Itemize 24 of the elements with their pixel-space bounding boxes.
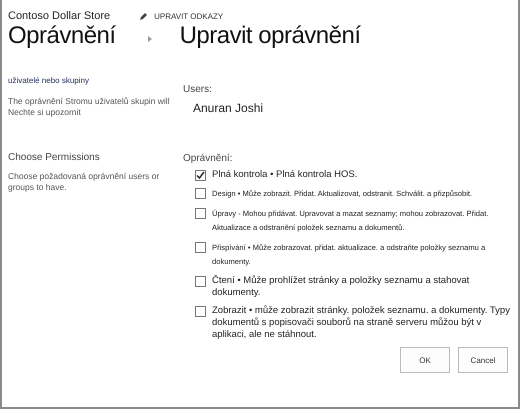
section-description: The oprávnění Stromu uživatelů skupin will Nechte si upozornit — [8, 96, 171, 118]
page-title: Upravit oprávnění — [180, 22, 361, 50]
checkbox[interactable] — [195, 188, 206, 199]
checkbox[interactable] — [195, 306, 206, 317]
section-description: Choose požadovaná oprávnění users or groups to have. — [8, 171, 160, 193]
permissions-label: Oprávnění: — [183, 153, 234, 164]
users-label: Users: — [183, 84, 213, 95]
breadcrumb-link[interactable]: Oprávnění — [8, 22, 116, 50]
ok-button[interactable]: OK — [400, 347, 450, 373]
pencil-icon — [140, 12, 148, 20]
user-name: Anuran Joshi — [193, 101, 264, 115]
chevron-icon — [148, 36, 152, 42]
section-heading: uživatelé nebo skupiny — [8, 76, 90, 85]
permission-text: Čtení • Může prohlížet stránky a položky seznamu a stahovat dokumenty. — [212, 275, 470, 299]
cancel-button[interactable]: Cancel — [458, 347, 508, 373]
checkbox[interactable] — [195, 276, 206, 287]
edit-links-button[interactable]: UPRAVIT ODKAZY — [140, 12, 224, 20]
checkbox[interactable] — [195, 242, 206, 253]
checkbox[interactable] — [195, 170, 206, 181]
permission-text: Plná kontrola • Plná kontrola HOS. — [212, 169, 358, 181]
checkbox[interactable] — [195, 208, 206, 219]
site-title[interactable]: Contoso Dollar Store — [8, 10, 110, 22]
permission-text: Zobrazit • může zobrazit stránky. položek seznamu. a dokumenty. Typy dokumentů s popisovači souborů na straně serveru můžou být v aplikaci, ale ne stáhnout. — [212, 305, 511, 341]
section-heading: Choose Permissions — [8, 152, 101, 163]
